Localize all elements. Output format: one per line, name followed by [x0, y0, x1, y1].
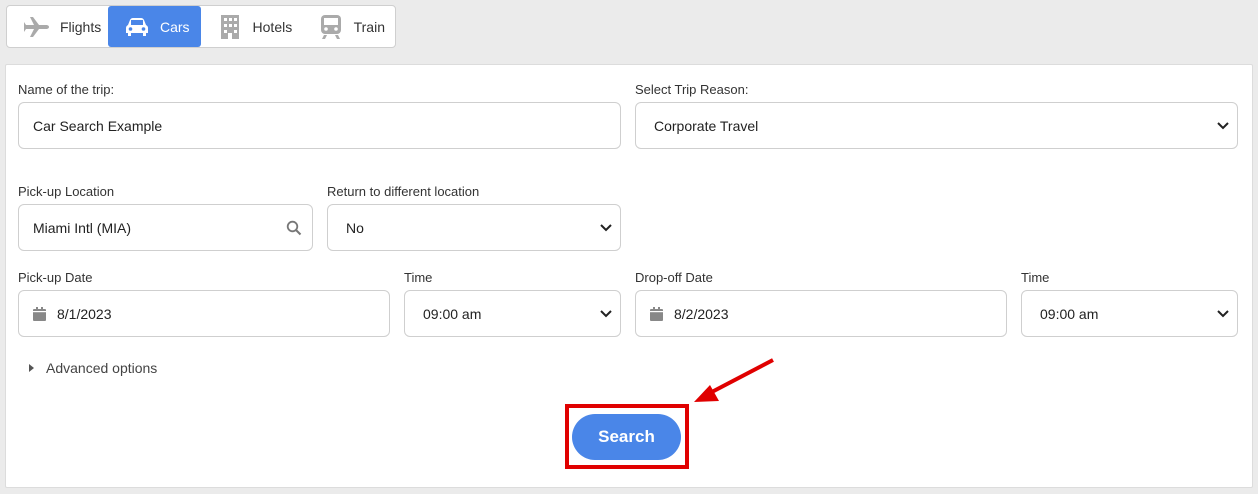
tab-train[interactable]: Train	[302, 6, 394, 47]
tab-label: Cars	[160, 18, 190, 35]
tab-hotels[interactable]: Hotels	[201, 6, 302, 47]
annotation-arrow-icon	[694, 358, 774, 402]
tab-label: Train	[353, 18, 385, 35]
building-icon	[217, 14, 243, 40]
tab-cars[interactable]: Cars	[108, 6, 201, 47]
plane-icon	[24, 14, 50, 40]
tab-flights[interactable]: Flights	[8, 6, 108, 47]
tab-label: Hotels	[252, 18, 293, 35]
tab-label: Flights	[60, 18, 102, 35]
car-search-form: Name of the trip: Car Search Example Sel…	[5, 64, 1253, 488]
travel-type-tabs: Flights Cars Hotels Train	[6, 5, 396, 48]
car-icon	[124, 14, 150, 40]
train-icon	[318, 14, 344, 40]
